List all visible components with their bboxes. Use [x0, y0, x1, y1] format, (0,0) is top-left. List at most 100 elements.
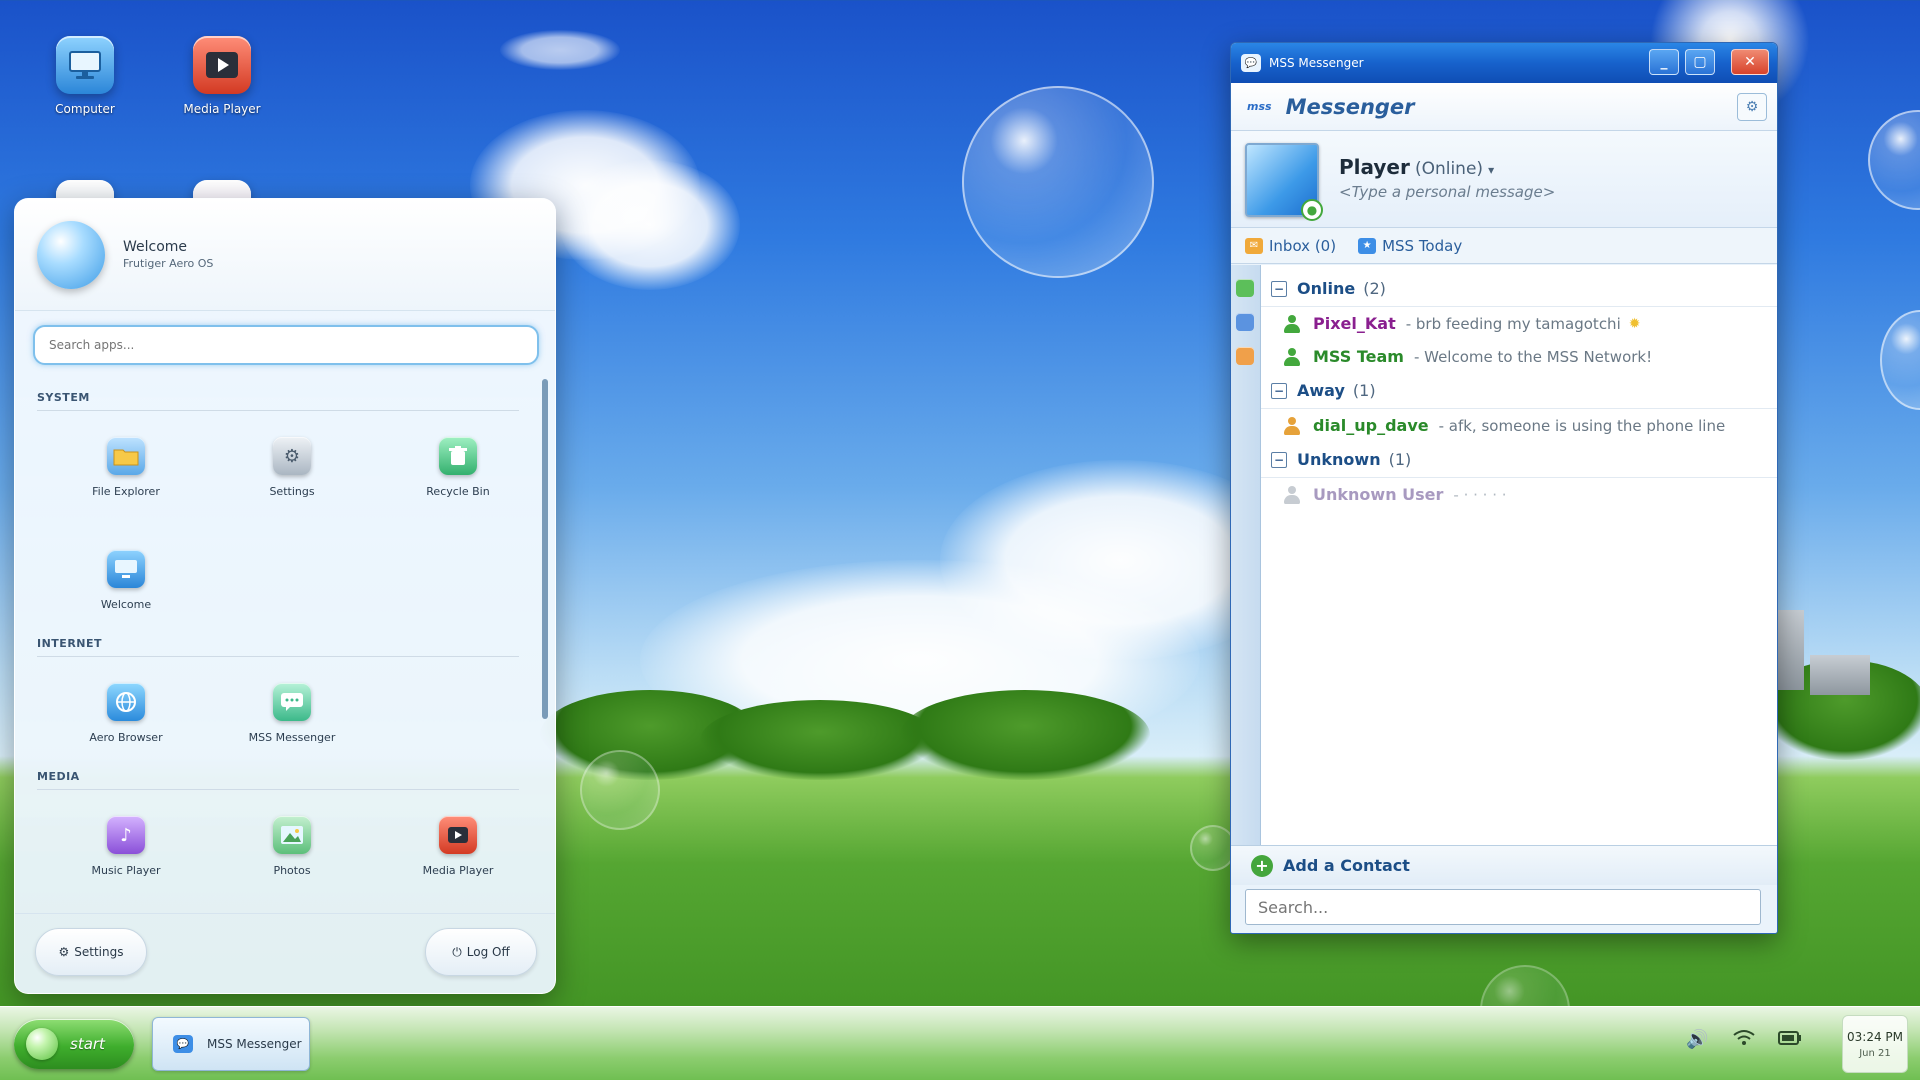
side-tab-orange[interactable]: [1236, 347, 1254, 365]
app-label: Media Player: [422, 864, 494, 877]
contact-name: MSS Team: [1313, 347, 1404, 366]
logoff-button-label: Log Off: [466, 945, 510, 959]
app-label: Music Player: [91, 864, 161, 877]
contact-list: − Online (2) Pixel_Kat - brb feeding my …: [1261, 265, 1777, 845]
group-count: (2): [1363, 279, 1386, 298]
wifi-icon[interactable]: [1732, 1029, 1756, 1052]
group-online[interactable]: − Online (2): [1261, 271, 1777, 307]
contact-item[interactable]: dial_up_dave - afk, someone is using the…: [1261, 409, 1777, 442]
away-person-icon: [1283, 416, 1301, 435]
contact-name: Pixel_Kat: [1313, 314, 1396, 333]
status-dropdown-icon[interactable]: ▾: [1488, 163, 1494, 177]
group-unknown[interactable]: − Unknown (1): [1261, 442, 1777, 478]
inbox-link[interactable]: ✉ Inbox (0): [1245, 237, 1336, 255]
profile-name[interactable]: Player: [1339, 155, 1410, 179]
trash-icon: [439, 437, 477, 475]
side-tab-blue[interactable]: [1236, 313, 1254, 331]
app-label: Photos: [273, 864, 311, 877]
building: [1778, 610, 1804, 690]
contact-item[interactable]: Unknown User - · · · · ·: [1261, 478, 1777, 511]
clock-time: 03:24 PM: [1847, 1029, 1903, 1044]
desktop-icon-label: Media Player: [183, 102, 261, 116]
collapse-icon[interactable]: −: [1271, 451, 1287, 468]
gear-icon: ⚙: [1745, 99, 1759, 115]
add-contact-label: Add a Contact: [1283, 856, 1410, 875]
maximize-button[interactable]: ▢: [1685, 49, 1715, 75]
side-tab-green[interactable]: [1236, 279, 1254, 297]
close-button[interactable]: ✕: [1731, 49, 1769, 75]
app-aero-browser[interactable]: Aero Browser: [43, 657, 209, 770]
logoff-button[interactable]: ⏻ Log Off: [425, 928, 537, 976]
app-file-explorer[interactable]: File Explorer: [43, 411, 209, 524]
start-menu-header: Welcome Frutiger Aero OS: [15, 199, 555, 311]
group-count: (1): [1388, 450, 1412, 469]
app-settings[interactable]: ⚙ Settings: [209, 411, 375, 524]
start-button[interactable]: start: [14, 1019, 134, 1069]
add-contact-button[interactable]: + Add a Contact: [1231, 845, 1777, 885]
personal-message[interactable]: <Type a personal message>: [1339, 183, 1555, 201]
offline-person-icon: [1283, 485, 1301, 504]
power-icon: ⏻: [452, 944, 462, 959]
profile-status[interactable]: (Online): [1415, 159, 1483, 179]
app-label: Settings: [269, 485, 315, 498]
profile-picture[interactable]: ●: [1245, 143, 1323, 221]
group-name: Unknown: [1297, 450, 1381, 469]
mail-icon: ✉: [1245, 237, 1263, 254]
taskbar-item-mss-messenger[interactable]: 💬 MSS Messenger: [152, 1017, 310, 1071]
computer-icon: [56, 36, 114, 94]
group-count: (1): [1352, 381, 1376, 400]
folder-icon: [107, 437, 145, 475]
plus-icon: +: [1251, 854, 1273, 877]
desktop-icon-label: Computer: [55, 102, 115, 116]
mss-today-link[interactable]: ★ MSS Today: [1358, 237, 1462, 255]
start-orb-icon: [26, 1028, 58, 1060]
app-welcome[interactable]: Welcome: [43, 524, 209, 637]
contact-message: - Welcome to the MSS Network!: [1413, 347, 1653, 366]
building: [1810, 655, 1870, 695]
media-player-icon: [193, 36, 251, 94]
app-list-scrollbar[interactable]: [541, 379, 549, 915]
desktop-icon-computer[interactable]: Computer: [25, 36, 145, 116]
messenger-header: mss Messenger ⚙: [1231, 83, 1777, 131]
app-search-input[interactable]: [33, 325, 539, 365]
start-menu-footer: ⚙ Settings ⏻ Log Off: [15, 913, 555, 993]
minimize-button[interactable]: _: [1649, 49, 1679, 75]
os-name: Frutiger Aero OS: [123, 257, 214, 270]
app-label: Aero Browser: [89, 731, 163, 744]
app-music-player[interactable]: ♪ Music Player: [43, 790, 209, 903]
app-label: Recycle Bin: [426, 485, 490, 498]
contacts-area: − Online (2) Pixel_Kat - brb feeding my …: [1231, 265, 1777, 845]
app-list: SYSTEM File Explorer ⚙ Settings Recycle …: [15, 375, 543, 915]
contact-item[interactable]: Pixel_Kat - brb feeding my tamagotchi ✹: [1261, 307, 1777, 340]
monitor-icon: [107, 550, 145, 588]
app-mss-messenger[interactable]: MSS Messenger: [209, 657, 375, 770]
battery-icon[interactable]: [1778, 1029, 1802, 1050]
contact-item[interactable]: MSS Team - Welcome to the MSS Network!: [1261, 340, 1777, 373]
collapse-icon[interactable]: −: [1271, 280, 1287, 297]
music-note-icon: ♪: [107, 816, 145, 854]
settings-button-label: Settings: [74, 945, 124, 959]
collapse-icon[interactable]: −: [1271, 382, 1287, 399]
app-recycle-bin[interactable]: Recycle Bin: [375, 411, 541, 524]
app-photos[interactable]: Photos: [209, 790, 375, 903]
contact-message: - afk, someone is using the phone line: [1438, 416, 1726, 435]
settings-button[interactable]: ⚙ Settings: [35, 928, 147, 976]
window-titlebar[interactable]: 💬 MSS Messenger _ ▢ ✕: [1231, 43, 1777, 83]
maximize-icon: ▢: [1693, 54, 1707, 70]
volume-icon[interactable]: 🔊: [1686, 1029, 1708, 1050]
clock[interactable]: 03:24 PM Jun 21: [1842, 1015, 1908, 1073]
bubble: [1868, 110, 1920, 210]
desktop-icon-media-player[interactable]: Media Player: [162, 36, 282, 116]
contact-search-input[interactable]: [1245, 889, 1761, 925]
app-label: MSS Messenger: [248, 731, 336, 744]
user-avatar[interactable]: [37, 220, 105, 289]
scrollbar-thumb[interactable]: [542, 379, 548, 719]
section-title-internet: INTERNET: [37, 637, 519, 657]
group-away[interactable]: − Away (1): [1261, 373, 1777, 409]
inbox-label: Inbox (0): [1269, 236, 1337, 255]
options-button[interactable]: ⚙: [1737, 93, 1767, 121]
star-icon: ★: [1358, 237, 1377, 254]
online-person-icon: [1283, 314, 1301, 333]
app-media-player[interactable]: Media Player: [375, 790, 541, 903]
contact-name: dial_up_dave: [1313, 416, 1429, 435]
